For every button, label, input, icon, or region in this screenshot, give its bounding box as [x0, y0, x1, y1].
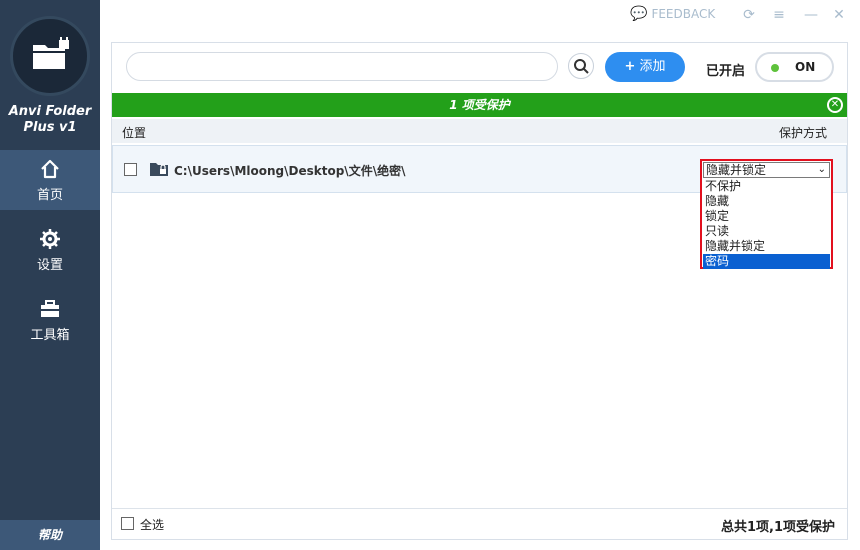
- dropdown-option-hide-lock[interactable]: 隐藏并锁定: [703, 239, 830, 254]
- sidebar: Anvi Folder Plus v1 首页 设置 工具箱 帮助: [0, 0, 100, 550]
- refresh-icon[interactable]: ⟳: [740, 6, 758, 24]
- chevron-down-icon: ⌄: [817, 164, 826, 175]
- column-header-location: 位置: [122, 126, 147, 140]
- dropdown-current-label: 隐藏并锁定: [706, 163, 767, 177]
- search-icon: [574, 59, 589, 74]
- search-button[interactable]: [568, 53, 594, 79]
- sidebar-item-settings[interactable]: 设置: [0, 220, 100, 280]
- protection-summary: 总共1项,1项受保护: [720, 520, 835, 535]
- select-all-checkbox[interactable]: [121, 517, 134, 530]
- protection-mode-dropdown[interactable]: 隐藏并锁定 ⌄ 不保护 隐藏 锁定 只读 隐藏并锁定 密码: [700, 159, 833, 269]
- banner-text: 1 项受保护: [449, 98, 510, 112]
- column-header-mode: 保护方式: [778, 126, 827, 140]
- toolbox-icon: [41, 300, 59, 317]
- close-banner-icon[interactable]: ✕: [827, 97, 843, 113]
- dropdown-option-none[interactable]: 不保护: [703, 179, 830, 194]
- dropdown-current-value[interactable]: 隐藏并锁定 ⌄: [703, 162, 830, 178]
- dropdown-option-hide[interactable]: 隐藏: [703, 194, 830, 209]
- sidebar-item-label: 设置: [36, 258, 63, 273]
- folder-path: C:\Users\Mloong\Desktop\文件\绝密\: [174, 164, 406, 178]
- dropdown-option-readonly[interactable]: 只读: [703, 224, 830, 239]
- home-icon: [41, 159, 59, 179]
- sidebar-item-label: 工具箱: [30, 328, 70, 343]
- locked-folder-icon: [150, 163, 168, 176]
- menu-icon[interactable]: ≡: [770, 6, 788, 24]
- app-name: Anvi Folder Plus v1: [0, 104, 100, 136]
- app-name-line2: Plus v1: [23, 120, 77, 135]
- search-input[interactable]: [126, 52, 558, 81]
- dropdown-option-password[interactable]: 密码: [703, 254, 830, 269]
- dropdown-option-lock[interactable]: 锁定: [703, 209, 830, 224]
- main-panel: + 添加 已开启 ON 1 项受保护 ✕ 位置 保护方式 C:\Users\Ml…: [111, 42, 848, 540]
- minimize-icon[interactable]: —: [802, 6, 820, 24]
- locked-folder-icon: [33, 37, 69, 69]
- feedback-link[interactable]: 💬 FEEDBACK: [630, 6, 715, 22]
- toggle-label: ON: [795, 60, 816, 74]
- close-icon[interactable]: ✕: [830, 6, 848, 24]
- app-logo: [10, 16, 90, 96]
- sidebar-item-toolbox[interactable]: 工具箱: [0, 290, 100, 350]
- select-all-label[interactable]: 全选: [140, 516, 164, 533]
- protection-status-label: 已开启: [706, 64, 746, 79]
- plus-icon: +: [624, 59, 636, 74]
- app-name-line1: Anvi Folder: [8, 104, 92, 119]
- footer-bar: 全选 总共1项,1项受保护: [112, 508, 847, 539]
- sidebar-item-label: 首页: [36, 188, 63, 203]
- status-dot-icon: [771, 64, 779, 72]
- row-checkbox[interactable]: [124, 163, 137, 176]
- table-header: 位置 保护方式: [112, 119, 847, 143]
- gear-icon: [40, 229, 60, 249]
- add-button[interactable]: + 添加: [605, 52, 685, 82]
- add-button-label: 添加: [639, 59, 666, 74]
- help-button[interactable]: 帮助: [0, 520, 100, 550]
- sidebar-item-home[interactable]: 首页: [0, 150, 100, 210]
- title-bar: 💬 FEEDBACK ⟳ ≡ — ✕: [100, 0, 860, 30]
- protection-toggle[interactable]: ON: [755, 52, 834, 82]
- feedback-label: FEEDBACK: [651, 7, 716, 21]
- chat-icon: 💬: [630, 6, 648, 22]
- protected-banner: 1 项受保护 ✕: [112, 93, 847, 117]
